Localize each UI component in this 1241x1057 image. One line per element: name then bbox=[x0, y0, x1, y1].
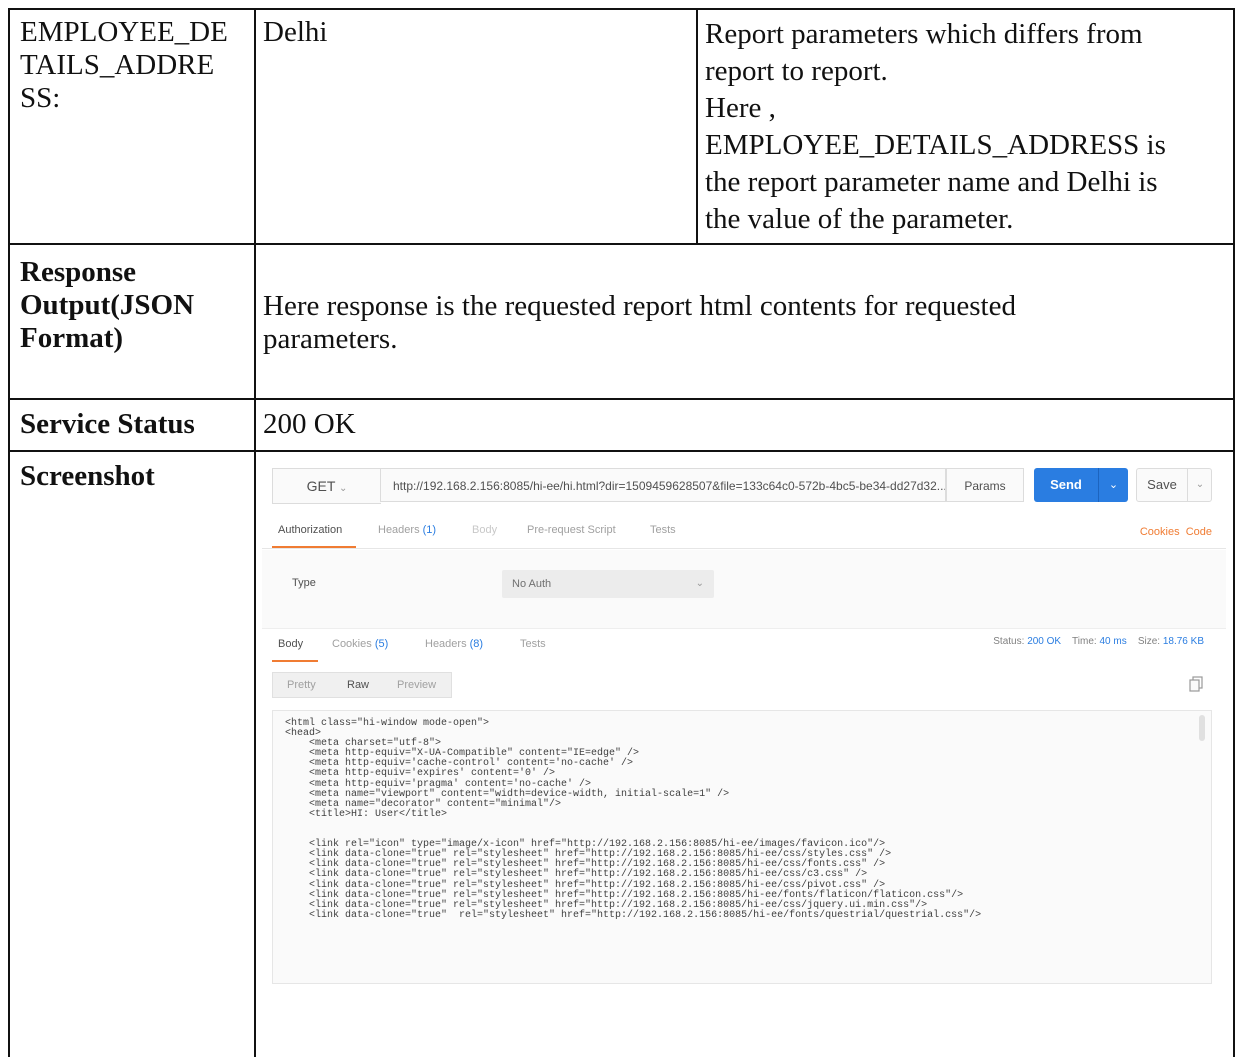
size-value: 18.76 KB bbox=[1162, 636, 1204, 647]
size-label: Size: bbox=[1137, 636, 1161, 647]
table-border-right bbox=[1233, 8, 1235, 1057]
response-code: <html class="hi-window mode-open"> <head… bbox=[285, 718, 982, 921]
response-output-label: Response Output(JSON Format) bbox=[20, 256, 195, 354]
tab-response-headers[interactable]: Headers (8) bbox=[425, 638, 483, 650]
time-value: 40 ms bbox=[1099, 636, 1127, 647]
auth-type-select[interactable]: No Auth ⌄ bbox=[502, 570, 714, 598]
chevron-down-icon: ⌄ bbox=[695, 578, 704, 589]
cookies-count: (5) bbox=[374, 638, 389, 650]
response-output-value: Here response is the requested report ht… bbox=[263, 290, 1016, 355]
format-tabs: Pretty Raw Preview bbox=[272, 672, 452, 698]
chevron-down-icon: ⌄ bbox=[339, 483, 348, 494]
headers-count: (1) bbox=[422, 524, 437, 536]
param-description: Report parameters which differs from rep… bbox=[705, 18, 1166, 235]
format-preview[interactable]: Preview bbox=[397, 679, 436, 691]
tab-response-cookies[interactable]: Cookies (5) bbox=[332, 638, 388, 650]
active-tab-indicator bbox=[272, 546, 356, 548]
request-bar: GET ⌄ http://192.168.2.156:8085/hi-ee/hi… bbox=[272, 468, 1212, 504]
table-border-left bbox=[8, 8, 10, 1057]
tab-body[interactable]: Body bbox=[472, 524, 497, 536]
tab-pre-request-script[interactable]: Pre-request Script bbox=[527, 524, 616, 536]
screenshot-label: Screenshot bbox=[20, 460, 155, 492]
service-status-label: Service Status bbox=[20, 408, 195, 440]
table-border-top bbox=[8, 8, 1235, 10]
auth-type-label: Type bbox=[292, 577, 316, 589]
method-label: GET bbox=[306, 478, 336, 494]
params-button[interactable]: Params bbox=[946, 468, 1024, 502]
auth-type-value: No Auth bbox=[512, 578, 552, 590]
tab-headers-label: Headers bbox=[425, 638, 467, 650]
tab-cookies-label: Cookies bbox=[332, 638, 372, 650]
response-body-viewer[interactable]: <html class="hi-window mode-open"> <head… bbox=[272, 710, 1212, 984]
response-status: Status: 200 OK Time: 40 ms Size: 18.76 K… bbox=[993, 636, 1204, 647]
chevron-down-icon[interactable]: ⌄ bbox=[1188, 469, 1212, 501]
auth-panel: Type No Auth ⌄ bbox=[262, 550, 1226, 629]
table-border-row2 bbox=[8, 398, 1235, 400]
send-button[interactable]: Send ⌄ bbox=[1034, 468, 1128, 502]
time-label: Time: bbox=[1072, 636, 1097, 647]
cookies-link[interactable]: Cookies bbox=[1140, 526, 1180, 538]
headers-count: (8) bbox=[469, 638, 484, 650]
service-status-value: 200 OK bbox=[263, 408, 356, 440]
api-client-screenshot: GET ⌄ http://192.168.2.156:8085/hi-ee/hi… bbox=[262, 452, 1226, 984]
tab-response-tests[interactable]: Tests bbox=[520, 638, 546, 650]
tab-headers-label: Headers bbox=[378, 524, 420, 536]
tab-response-body[interactable]: Body bbox=[278, 638, 303, 650]
status-value: 200 OK bbox=[1027, 636, 1062, 647]
format-pretty[interactable]: Pretty bbox=[287, 679, 316, 691]
method-select[interactable]: GET ⌄ bbox=[272, 468, 381, 504]
chevron-down-icon[interactable]: ⌄ bbox=[1099, 468, 1128, 502]
table-border-col2 bbox=[696, 8, 698, 245]
save-button[interactable]: Save ⌄ bbox=[1136, 468, 1212, 502]
active-tab-indicator bbox=[272, 660, 318, 662]
format-raw[interactable]: Raw bbox=[347, 679, 369, 691]
table-border-col1 bbox=[254, 8, 256, 1057]
response-tabs: Body Cookies (5) Headers (8) Tests Statu… bbox=[262, 632, 1226, 662]
url-input[interactable]: http://192.168.2.156:8085/hi-ee/hi.html?… bbox=[380, 468, 946, 502]
tab-authorization[interactable]: Authorization bbox=[278, 524, 342, 536]
save-label: Save bbox=[1147, 477, 1177, 492]
param-label: EMPLOYEE_DE TAILS_ADDRE SS: bbox=[20, 16, 228, 114]
scrollbar[interactable] bbox=[1199, 715, 1205, 741]
tab-headers[interactable]: Headers (1) bbox=[378, 524, 436, 536]
table-border-row1 bbox=[8, 243, 1235, 245]
tab-tests[interactable]: Tests bbox=[650, 524, 676, 536]
status-label: Status: bbox=[993, 636, 1025, 647]
code-link[interactable]: Code bbox=[1186, 526, 1212, 538]
param-value: Delhi bbox=[263, 16, 328, 48]
request-tabs: Authorization Headers (1) Body Pre-reque… bbox=[262, 520, 1226, 549]
send-label: Send bbox=[1050, 477, 1082, 492]
request-links: Cookies Code bbox=[1140, 526, 1212, 538]
copy-icon[interactable] bbox=[1188, 676, 1204, 692]
